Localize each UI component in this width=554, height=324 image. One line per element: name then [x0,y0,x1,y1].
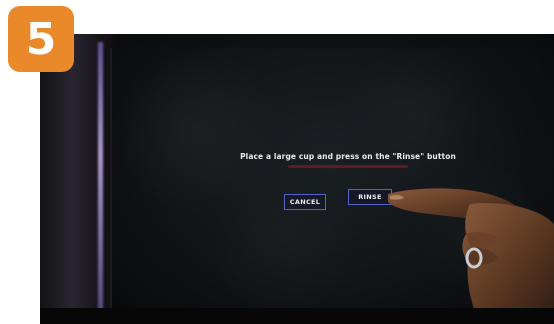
bottom-bezel [40,308,554,324]
cancel-button[interactable]: CANCEL [284,194,326,210]
instruction-text: Place a large cup and press on the "Rins… [240,152,456,161]
bezel-light-strip [98,42,103,324]
step-number-badge: 5 [8,6,74,72]
machine-photo: Place a large cup and press on the "Rins… [40,34,554,324]
pointing-hand [388,188,554,324]
device-bezel [40,34,118,324]
instruction-subtext [288,165,408,168]
